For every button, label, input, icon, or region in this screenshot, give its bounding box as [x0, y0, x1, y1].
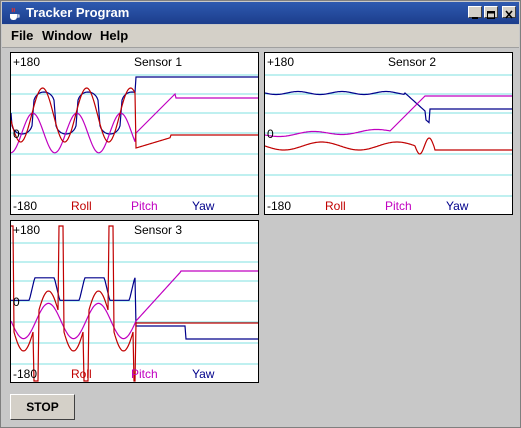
legend-roll: Roll [71, 367, 92, 381]
stop-button[interactable]: STOP [10, 394, 75, 420]
legend-roll: Roll [325, 199, 346, 213]
pitch-trace [265, 95, 512, 138]
java-cup-icon [10, 7, 20, 20]
max-label: +180 [267, 55, 295, 69]
roll-trace [265, 137, 512, 155]
zero-label: 0 [13, 127, 20, 141]
window-title: Tracker Program [26, 5, 130, 20]
close-icon [505, 10, 513, 19]
sensor-2-graph [265, 74, 512, 197]
menu-window[interactable]: Window [42, 28, 92, 43]
sensor-3-plot: +180 Sensor 3 0 -180 Roll Pitch Yaw [10, 220, 259, 383]
sensor-3-graph [11, 225, 258, 382]
yaw-trace [11, 277, 258, 340]
max-label: +180 [13, 223, 41, 237]
legend-pitch: Pitch [385, 199, 412, 213]
max-label: +180 [13, 55, 41, 69]
legend-roll: Roll [71, 199, 92, 213]
legend-pitch: Pitch [131, 367, 158, 381]
sensor-1-plot: +180 Sensor 1 0 -180 Roll Pitch Yaw [10, 52, 259, 215]
maximize-button[interactable] [484, 6, 498, 19]
legend-yaw: Yaw [446, 199, 469, 213]
menu-file[interactable]: File [11, 28, 33, 43]
min-label: -180 [267, 199, 292, 213]
minimize-button[interactable] [468, 6, 482, 19]
close-button[interactable] [502, 6, 516, 19]
sensor-1-graph [11, 74, 258, 197]
zero-label: 0 [13, 295, 20, 309]
app-window: Tracker Program File Window Help +180 Se… [0, 0, 521, 428]
zero-label: 0 [267, 127, 274, 141]
sensor-2-plot: +180 Sensor 2 0 -180 Roll Pitch Yaw [264, 52, 513, 215]
min-label: -180 [13, 367, 38, 381]
legend-yaw: Yaw [192, 367, 215, 381]
sensor-title: Sensor 2 [388, 55, 437, 69]
legend-pitch: Pitch [131, 199, 158, 213]
menu-bar: File Window Help [2, 25, 519, 48]
title-bar[interactable]: Tracker Program [2, 2, 519, 24]
maximize-icon [487, 11, 495, 19]
legend-yaw: Yaw [192, 199, 215, 213]
sensor-title: Sensor 3 [134, 223, 183, 237]
minimize-icon [472, 17, 478, 19]
min-label: -180 [13, 199, 38, 213]
sensor-title: Sensor 1 [134, 55, 183, 69]
menu-help[interactable]: Help [100, 28, 128, 43]
